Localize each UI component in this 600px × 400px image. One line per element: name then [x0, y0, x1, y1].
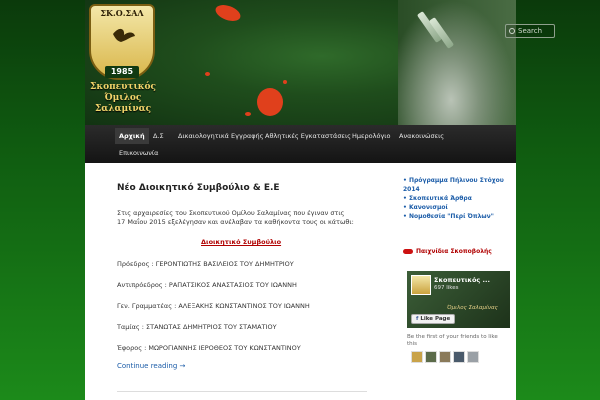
nav-item-calendar[interactable]: Ημερολόγιο: [352, 128, 391, 144]
toy-guns-label: Παιχνίδια Σκοποβολής: [416, 248, 492, 255]
sidebar-link-clay-program[interactable]: Πρόγραμμα Πήλινου Στόχου 2014: [403, 176, 513, 194]
clay-target-fragment: [245, 112, 251, 116]
facebook-like-button[interactable]: f Like Page: [411, 314, 456, 324]
search-placeholder: Search: [518, 27, 543, 35]
board-member: Έφορος : ΜΩΡΟΓΙΑΝΝΗΣ ΙΕΡΟΘΕΟΣ ΤΟΥ ΚΩΝΣΤΑ…: [117, 344, 301, 352]
avatar[interactable]: [467, 351, 479, 363]
sidebar: Πρόγραμμα Πήλινου Στόχου 2014 Σκοπευτικά…: [403, 176, 513, 363]
like-button-label: Like Page: [420, 316, 451, 322]
board-member: Ταμίας : ΣΤΑΝΩΤΑΣ ΔΗΜΗΤΡΙΟΣ ΤΟΥ ΣΤΑΜΑΤΙΟ…: [117, 323, 277, 331]
nav-item-home[interactable]: Αρχική: [115, 128, 149, 144]
clay-target-fragment: [213, 1, 243, 25]
content-area: Νέο Διοικητικό Συμβούλιο & Ε.Ε Στις αρχα…: [85, 163, 516, 400]
sidebar-link-articles[interactable]: Σκοπευτικά Άρθρα: [403, 194, 513, 203]
clay-target-fragment: [205, 72, 210, 76]
facebook-page-widget[interactable]: Σκοπευτικός ... 697 likes Όμιλος Σαλαμίν…: [407, 271, 510, 328]
nav-item-announcements[interactable]: Ανακοινώσεις: [399, 128, 444, 144]
logo-name-line: Σκοπευτικός: [89, 82, 157, 92]
logo-top-text: ΣΚ.Ο.ΣΑΛ: [100, 8, 144, 18]
avatar[interactable]: [425, 351, 437, 363]
board-member: Γεν. Γραμματέας : ΑΛΕΞΑΚΗΣ ΚΩΝΣΤΑΝΤΙΝΟΣ …: [117, 302, 310, 310]
club-logo[interactable]: ΣΚ.Ο.ΣΑΛ 1985 Σκοπευτικός Όμιλος Σαλαμίν…: [87, 2, 159, 122]
continue-reading-link[interactable]: Continue reading →: [117, 362, 185, 370]
avatar[interactable]: [453, 351, 465, 363]
clay-target-fragment: [283, 80, 287, 84]
nav-item-contact[interactable]: Επικοινωνία: [119, 145, 158, 161]
post-title[interactable]: Νέο Διοικητικό Συμβούλιο & Ε.Ε: [117, 183, 280, 193]
logo-shield: ΣΚ.Ο.ΣΑΛ 1985: [89, 4, 155, 80]
dove-icon: [113, 28, 135, 42]
facebook-icon: f: [416, 316, 419, 322]
clay-target-fragment: [257, 88, 283, 116]
facebook-page-avatar: [411, 275, 431, 295]
sidebar-link-legislation[interactable]: Νομοθεσία "Περί Όπλων": [403, 212, 513, 221]
board-member: Πρόεδρος : ΓΕΡΟΝΤΙΩΤΗΣ ΒΑΣΙΛΕΙΟΣ ΤΟΥ ΔΗΜ…: [117, 260, 294, 268]
main-navigation: Αρχική Δ.Σ Δικαιολογητικά Εγγραφής Αθλητ…: [85, 125, 516, 163]
toy-gun-icon: [403, 249, 413, 254]
sidebar-link-rules[interactable]: Κανονισμοί: [403, 203, 513, 212]
page-container: ΣΚ.Ο.ΣΑΛ 1985 Σκοπευτικός Όμιλος Σαλαμίν…: [85, 0, 516, 400]
board-heading: Διοικητικό Συμβούλιο: [201, 238, 282, 246]
logo-name: Σκοπευτικός Όμιλος Σαλαμίνας: [87, 82, 159, 115]
facebook-friend-avatars: [411, 348, 481, 363]
logo-name-line: Σαλαμίνας: [94, 104, 152, 114]
avatar[interactable]: [439, 351, 451, 363]
facebook-like-count: 697 likes: [434, 285, 459, 291]
facebook-cover-text: Όμιλος Σαλαμίνας: [447, 305, 498, 311]
board-member: Αντιπρόεδρος : ΡΑΠΑΤΣΙΚΟΣ ΑΝΑΣΤΑΣΙΟΣ ΤΟΥ…: [117, 281, 297, 289]
facebook-page-name[interactable]: Σκοπευτικός ...: [434, 276, 490, 284]
search-icon: [509, 28, 515, 34]
divider: [117, 391, 367, 392]
facebook-friends-text: Be the first of your friends to like thi…: [407, 334, 498, 347]
header-photo-smoke: [398, 0, 516, 125]
search-input[interactable]: Search: [505, 24, 555, 38]
avatar[interactable]: [411, 351, 423, 363]
logo-year: 1985: [105, 66, 139, 78]
post-intro-line: 17 Μαΐου 2015 εξελέγησαν και ανέλαβαν τα…: [117, 218, 354, 226]
nav-item-registration-docs[interactable]: Δικαιολογητικά Εγγραφής: [178, 128, 263, 144]
nav-item-facilities[interactable]: Αθλητικές Εγκαταστάσεις: [265, 128, 351, 144]
toy-guns-link[interactable]: Παιχνίδια Σκοποβολής: [403, 248, 492, 255]
nav-item-board[interactable]: Δ.Σ: [153, 128, 164, 144]
logo-name-line: Όμιλος: [104, 93, 142, 103]
site-header: ΣΚ.Ο.ΣΑΛ 1985 Σκοπευτικός Όμιλος Σαλαμίν…: [85, 0, 516, 125]
